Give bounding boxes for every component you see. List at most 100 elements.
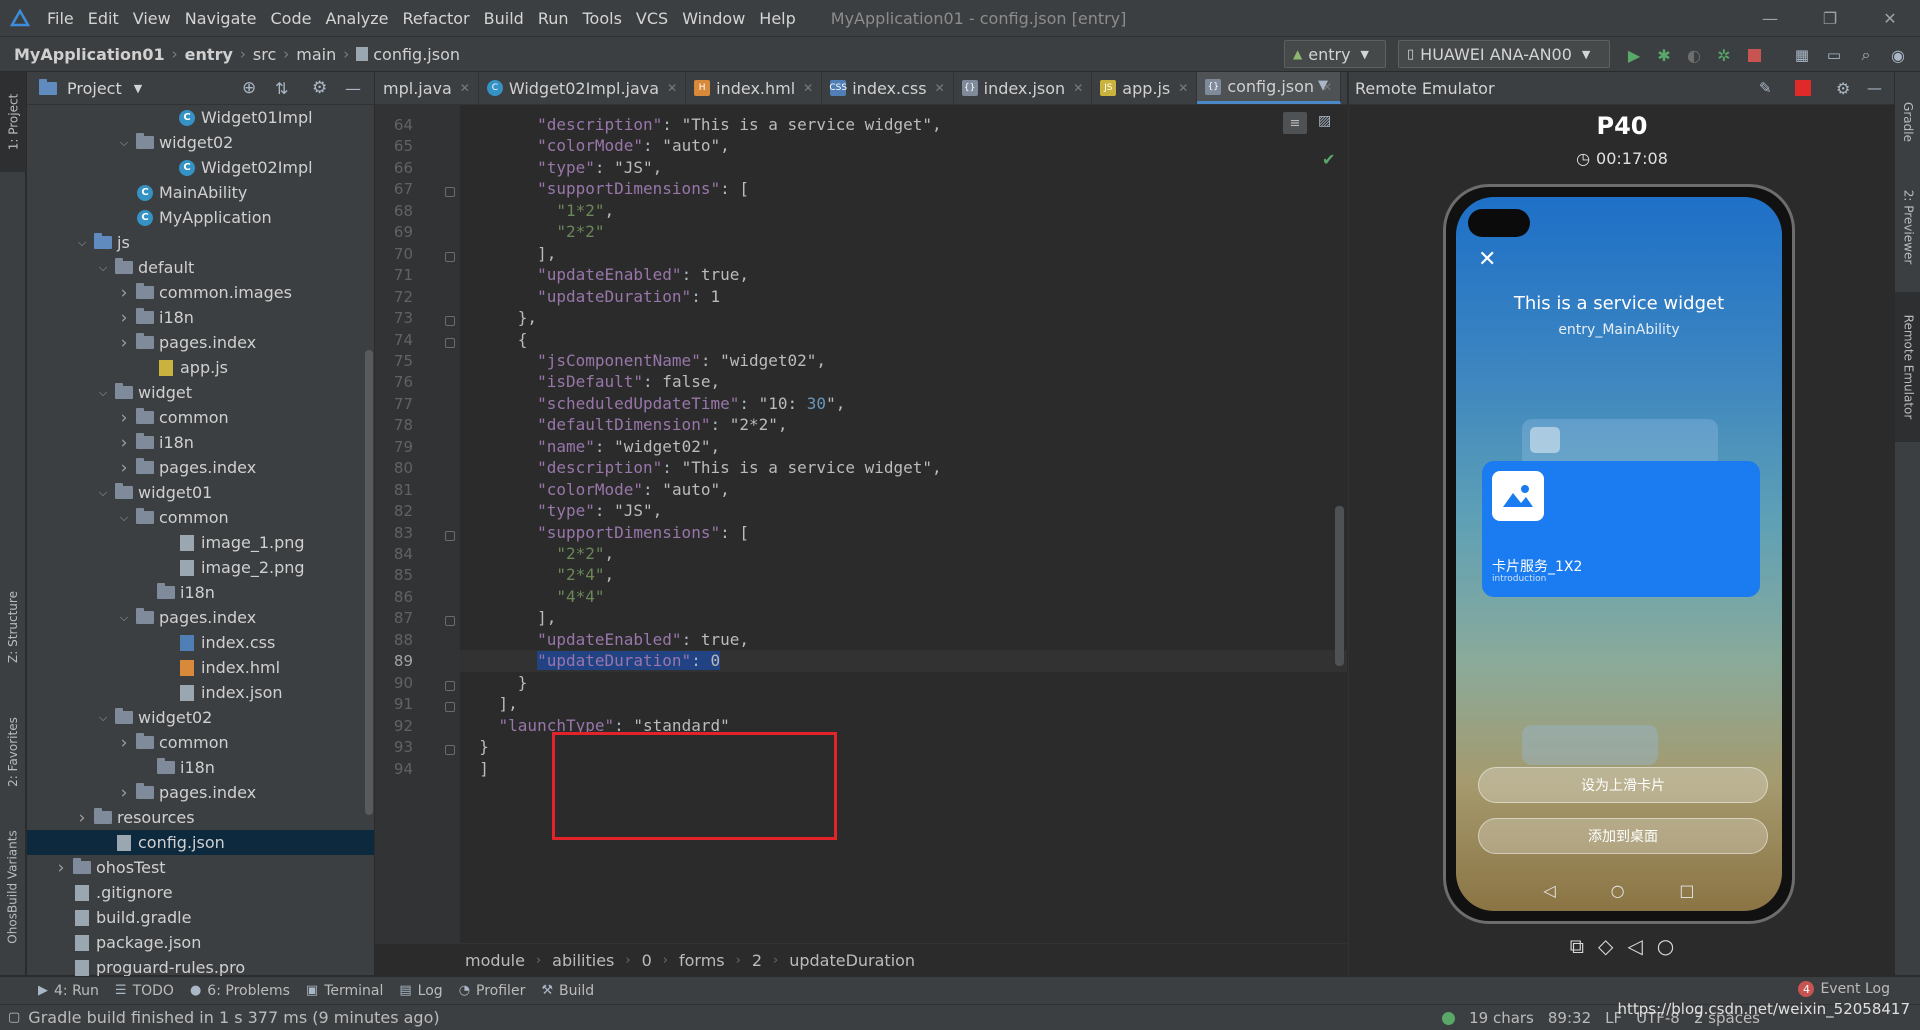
code-line[interactable]: "description": "This is a service widget… [460, 457, 1347, 479]
tree-item[interactable]: › i18n [27, 430, 374, 455]
device-manager-icon[interactable]: ▭ [1822, 43, 1846, 67]
code-line[interactable]: "type": "JS", [460, 500, 1347, 522]
tree-item[interactable]: › pages.index [27, 780, 374, 805]
tree-item[interactable]: › pages.index [27, 330, 374, 355]
chevron-down-icon[interactable]: ⌵ [92, 486, 114, 500]
tree-item[interactable]: › common [27, 405, 374, 430]
crumb-file[interactable]: config.json [352, 45, 464, 64]
back-icon[interactable]: ◁ [1627, 934, 1642, 958]
tool-todo[interactable]: ☰ TODO [115, 983, 174, 999]
tool-tab-gradle[interactable]: Gradle [1895, 82, 1920, 162]
crumb-src[interactable]: src [249, 45, 280, 64]
fold-marker-icon[interactable] [445, 702, 455, 713]
code-line[interactable]: "updateDuration": 1 [460, 286, 1347, 308]
crumb-module[interactable]: entry [181, 45, 237, 64]
stop-icon[interactable] [1742, 43, 1766, 67]
tree-item[interactable]: C MainAbility [27, 180, 374, 205]
preview-image-icon[interactable]: ▨ [1318, 113, 1331, 129]
chevron-down-icon[interactable]: ⌵ [113, 611, 135, 625]
tool-terminal[interactable]: ▣ Terminal [306, 983, 383, 999]
chevron-down-icon[interactable]: ⌵ [92, 261, 114, 275]
menu-help[interactable]: Help [752, 9, 802, 28]
status-position[interactable]: 89:32 [1548, 1009, 1591, 1027]
close-window-button[interactable]: ✕ [1860, 0, 1920, 36]
code-line[interactable]: } [460, 672, 1347, 694]
tree-item[interactable]: ⌵ js [27, 230, 374, 255]
chevron-right-icon[interactable]: › [113, 458, 135, 478]
menu-analyze[interactable]: Analyze [318, 9, 395, 28]
event-log-button[interactable]: 4 Event Log [1798, 981, 1890, 997]
pin-icon[interactable]: ✎ [1759, 79, 1772, 97]
code-line[interactable]: "updateEnabled": true, [460, 629, 1347, 651]
project-structure-icon[interactable]: ▦ [1790, 43, 1814, 67]
tool-4-run[interactable]: ▶ 4: Run [38, 983, 99, 999]
structure-crumb[interactable]: 0 [642, 951, 652, 970]
chevron-down-icon[interactable]: ⌵ [92, 386, 114, 400]
chevron-right-icon[interactable]: › [113, 333, 135, 353]
code-line[interactable]: "supportDimensions": [ [460, 178, 1347, 200]
close-tab-icon[interactable]: ✕ [1178, 81, 1188, 95]
tree-item[interactable]: index.hml [27, 655, 374, 680]
chevron-down-icon[interactable]: ⌵ [113, 511, 135, 525]
home-icon[interactable]: ○ [1611, 881, 1625, 900]
tree-item[interactable]: › common.images [27, 280, 374, 305]
tree-item[interactable]: ⌵ widget02 [27, 130, 374, 155]
chevron-down-icon[interactable]: ▼ [134, 82, 142, 95]
search-icon[interactable]: ⌕ [1854, 43, 1878, 67]
recents-icon[interactable]: □ [1679, 881, 1694, 900]
tree-item[interactable]: ⌵ widget [27, 380, 374, 405]
tree-item[interactable]: C MyApplication [27, 205, 374, 230]
stop-emulator-icon[interactable] [1795, 80, 1811, 96]
code-line[interactable]: ], [460, 607, 1347, 629]
debug-icon[interactable]: ✱ [1652, 43, 1676, 67]
editor-scrollbar[interactable] [1335, 506, 1344, 666]
tree-item[interactable]: package.json [27, 930, 374, 955]
code-line[interactable]: "name": "widget02", [460, 436, 1347, 458]
profile-icon[interactable]: ✲ [1712, 43, 1736, 67]
tree-item[interactable]: image_2.png [27, 555, 374, 580]
attach-debugger-icon[interactable]: ◐ [1682, 43, 1706, 67]
tree-item[interactable]: › common [27, 730, 374, 755]
close-icon[interactable]: ✕ [1478, 247, 1496, 272]
fold-marker-icon[interactable] [445, 616, 455, 627]
widget-card-1x2[interactable]: 卡片服务_1X2 introduction [1482, 461, 1760, 597]
code-line[interactable]: "scheduledUpdateTime": "10: 30", [460, 393, 1347, 415]
structure-crumb[interactable]: updateDuration [789, 951, 915, 970]
fold-marker-icon[interactable] [445, 530, 455, 541]
restore-button[interactable]: ❐ [1800, 0, 1860, 36]
tab-mpl-java[interactable]: mpl.java ✕ [375, 72, 479, 104]
hide-icon[interactable]: — [345, 79, 361, 98]
chevron-right-icon[interactable]: › [113, 283, 135, 303]
code-line[interactable]: "2*2", [460, 543, 1347, 565]
tab-index-css[interactable]: CSS index.css ✕ [822, 72, 954, 104]
tree-item[interactable]: ⌵ widget02 [27, 705, 374, 730]
code-line[interactable]: "jsComponentName": "widget02", [460, 350, 1347, 372]
chevron-down-icon[interactable]: ⌵ [71, 236, 93, 250]
tool-tab-structure[interactable]: Z: Structure [0, 572, 26, 682]
rotate-device-icon[interactable]: ◇ [1598, 934, 1613, 958]
menu-window[interactable]: Window [675, 9, 752, 28]
code-line[interactable]: }, [460, 307, 1347, 329]
tree-item[interactable]: build.gradle [27, 905, 374, 930]
project-scrollbar[interactable] [365, 350, 373, 815]
fold-marker-icon[interactable] [445, 680, 455, 691]
hide-icon[interactable]: — [1867, 79, 1882, 97]
collapse-all-icon[interactable]: ⇅ [275, 79, 288, 98]
fold-marker-icon[interactable] [445, 251, 455, 262]
fold-marker-icon[interactable] [445, 745, 455, 756]
tool-build[interactable]: ⚒ Build [541, 983, 594, 999]
code-line[interactable]: "updateEnabled": true, [460, 264, 1347, 286]
minimize-button[interactable]: — [1740, 0, 1800, 36]
tool-tab-previewer[interactable]: 2: Previewer [1895, 172, 1920, 282]
tool-tab-remote-emulator[interactable]: Remote Emulator [1895, 292, 1920, 442]
tree-item[interactable]: i18n [27, 755, 374, 780]
tool-tab-favorites[interactable]: 2: Favorites [0, 697, 26, 807]
code-line[interactable]: { [460, 329, 1347, 351]
tree-item[interactable]: ⌵ widget01 [27, 480, 374, 505]
crumb-main[interactable]: main [292, 45, 340, 64]
gear-icon[interactable]: ⚙ [312, 78, 327, 98]
tab-index-hml[interactable]: Hindex.hml ✕ [686, 72, 823, 104]
code-line[interactable]: ], [460, 693, 1347, 715]
chevron-right-icon[interactable]: › [50, 858, 72, 878]
close-tab-icon[interactable]: ✕ [935, 81, 945, 95]
